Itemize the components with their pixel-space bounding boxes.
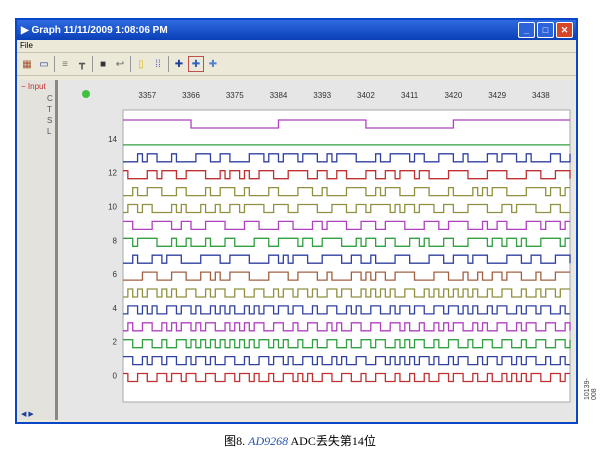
x-tick-label: 3357 (138, 91, 156, 100)
x-tick-label: 3375 (226, 91, 244, 100)
open-icon[interactable]: ▦ (20, 57, 34, 71)
y-tick-label: 8 (113, 236, 118, 245)
maximize-button[interactable]: □ (537, 22, 554, 38)
toolbar: ▦ ▭ ≡ ┳ ■ ↩ ▯ ⁞⁞ ✚ ✚ ✚ (17, 52, 576, 76)
x-tick-label: 3411 (401, 91, 419, 100)
y-tick-label: 0 (113, 372, 118, 381)
window-icon[interactable]: ▭ (37, 57, 51, 71)
tree-panel: − Input C T S L ◀ ▶ (19, 80, 58, 420)
x-tick-label: 3393 (313, 91, 331, 100)
y-tick-label: 2 (113, 338, 118, 347)
tree-item[interactable]: L (47, 126, 55, 137)
separator (130, 56, 131, 72)
separator (54, 56, 55, 72)
graph-window: ▶ Graph 11/11/2009 1:08:06 PM _ □ ✕ File… (15, 18, 578, 424)
tree-item[interactable]: C (47, 93, 55, 104)
x-tick-label: 3402 (357, 91, 375, 100)
plot-area: 3357 3366 3375 3384 3393 3402 3411 3420 3429 3438… (59, 80, 574, 420)
list-icon[interactable]: ≡ (58, 57, 72, 71)
blue-marker-icon[interactable]: ⁞⁞ (151, 57, 165, 71)
y-tick-label: 10 (108, 203, 117, 212)
separator (92, 56, 93, 72)
logic-graph: 3357 3366 3375 3384 3393 3402 3411 3420 3429 3438… (82, 90, 571, 403)
yellow-marker-icon[interactable]: ▯ (134, 57, 148, 71)
pan-crosshair-icon[interactable]: ✚ (206, 57, 220, 71)
y-tick-label: 12 (108, 169, 117, 178)
y-tick-label: 14 (108, 135, 117, 144)
x-tick-label: 3384 (270, 91, 288, 100)
x-tick-label: 3438 (532, 91, 550, 100)
x-tick-label: 3420 (444, 91, 462, 100)
tree-icon[interactable]: ┳ (75, 57, 89, 71)
tree-root[interactable]: − Input (19, 80, 55, 93)
menu-bar: File (17, 40, 576, 52)
status-led-icon (82, 90, 90, 98)
tree-item[interactable]: S (47, 115, 55, 126)
save-icon[interactable]: ■ (96, 57, 110, 71)
menu-file[interactable]: File (20, 41, 33, 50)
x-tick-label: 3366 (182, 91, 200, 100)
tree-item[interactable]: T (47, 104, 55, 115)
minimize-button[interactable]: _ (518, 22, 535, 38)
crosshair-icon[interactable]: ✚ (172, 57, 186, 71)
play-icon: ▶ (21, 24, 32, 36)
figure-id: 10139-008 (584, 378, 598, 400)
window-title: Graph 11/11/2009 1:08:06 PM (31, 24, 168, 36)
title-bar: ▶ Graph 11/11/2009 1:08:06 PM _ □ ✕ (17, 20, 576, 40)
separator (168, 56, 169, 72)
y-tick-label: 4 (113, 304, 118, 313)
zoom-crosshair-icon[interactable]: ✚ (188, 56, 204, 72)
x-tick-label: 3429 (488, 91, 506, 100)
scroll-arrows[interactable]: ◀ ▶ (21, 410, 34, 418)
part-link[interactable]: AD9268 (248, 434, 288, 448)
figure-caption: 图8. AD9268 ADC丢失第14位 (224, 434, 376, 448)
close-button[interactable]: ✕ (556, 22, 573, 38)
undo-icon[interactable]: ↩ (113, 57, 127, 71)
y-tick-label: 6 (113, 270, 118, 279)
